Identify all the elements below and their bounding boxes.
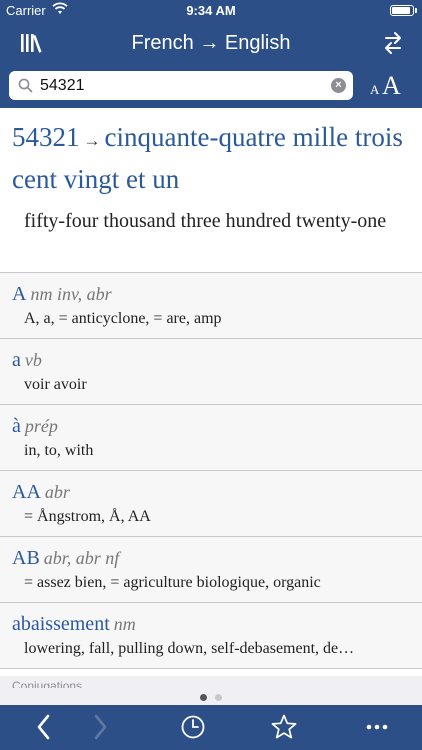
font-size-large-label: A <box>382 71 401 100</box>
list-item[interactable]: AB abr, abr nf = assez bien, = agricultur… <box>0 537 422 603</box>
status-bar: Carrier 9:34 AM <box>0 0 422 22</box>
swap-direction-icon[interactable] <box>382 31 404 55</box>
clock-icon[interactable] <box>180 713 206 741</box>
entry-term: abaissement <box>12 613 110 635</box>
page-dot <box>215 694 222 701</box>
list-item[interactable]: à prép in, to, with <box>0 405 422 471</box>
entry-pos: abr <box>44 482 70 502</box>
main-headword: 54321 → cinquante-quatre mille trois cent … <box>12 118 410 198</box>
search-input[interactable] <box>40 74 320 97</box>
entry-term: A <box>12 283 27 305</box>
entry-term: AB <box>12 547 40 569</box>
nav-title: French → English <box>131 32 291 54</box>
list-item[interactable]: abaissement nm lowering, fall, pulling do… <box>0 603 422 669</box>
page-indicator[interactable] <box>0 688 422 705</box>
entry-definition: voir avoir <box>24 376 87 393</box>
list-item[interactable]: a vb voir avoir <box>0 339 422 405</box>
clear-search-icon[interactable]: × <box>331 78 346 93</box>
entry-pos: nm <box>113 614 136 634</box>
conjugations-section-header[interactable]: Conjugations <box>0 676 422 688</box>
entry-pos: vb <box>24 350 42 370</box>
entry-definition: A, a, = anticyclone, = are, amp <box>24 310 222 327</box>
status-time: 9:34 AM <box>186 3 236 18</box>
entry-definition: in, to, with <box>24 442 94 459</box>
entry-definition: = assez bien, = agriculture biologique, … <box>24 574 321 591</box>
chevron-right-icon[interactable] <box>90 713 110 741</box>
more-icon[interactable] <box>364 713 390 741</box>
search-field[interactable]: × <box>9 71 353 100</box>
chevron-left-icon[interactable] <box>34 713 54 741</box>
list-item[interactable]: AA abr = Ångstrom, Å, AA <box>0 471 422 537</box>
bottom-toolbar <box>0 705 422 750</box>
headword-arrow: → <box>83 131 101 150</box>
dictionary-content: 54321 → cinquante-quatre mille trois cent … <box>0 108 422 688</box>
entry-pos: nm inv, abr <box>30 284 112 304</box>
font-size-button[interactable]: A A <box>368 71 414 102</box>
entry-definition: = Ångstrom, Å, AA <box>24 508 151 525</box>
font-size-small-label: A <box>370 82 380 97</box>
entry-term: a <box>12 349 21 371</box>
page-dot-active <box>200 694 207 701</box>
star-icon[interactable] <box>270 713 298 741</box>
battery-icon <box>390 5 417 16</box>
entry-pos: prép <box>24 416 58 436</box>
search-icon <box>18 78 33 93</box>
headword-number: 54321 <box>12 122 80 152</box>
entry-pos: abr, abr nf <box>43 548 120 568</box>
entry-definition: lowering, fall, pulling down, self-debas… <box>24 640 355 657</box>
entry-term: à <box>12 415 21 437</box>
header-area: Carrier 9:34 AM French → English × A A <box>0 0 422 108</box>
main-entry: 54321 → cinquante-quatre mille trois cent … <box>0 108 422 273</box>
main-translation: fifty-four thousand three hundred twenty… <box>24 210 387 232</box>
navigation-bar: French → English <box>0 22 422 64</box>
list-item[interactable]: Anm inv, abr A, a, = anticyclone, = are,… <box>0 273 422 339</box>
entry-term: AA <box>12 481 41 503</box>
